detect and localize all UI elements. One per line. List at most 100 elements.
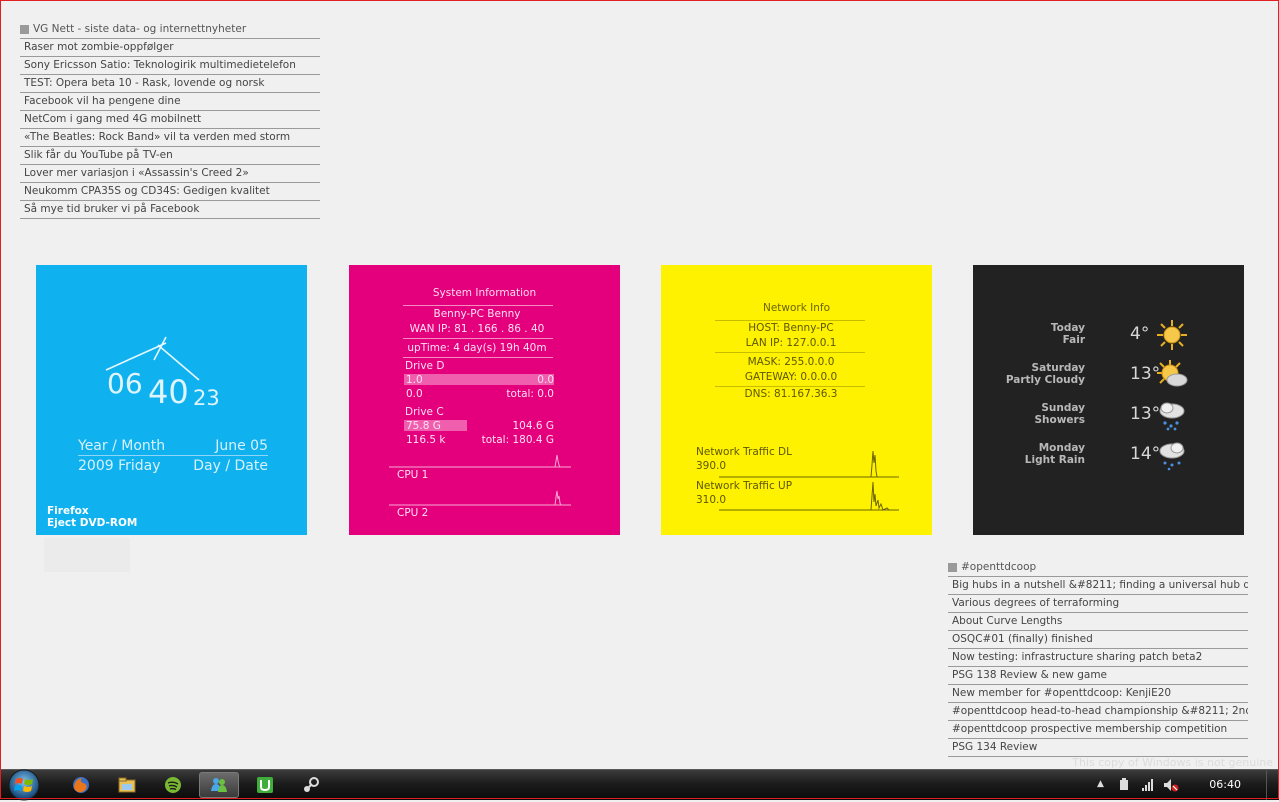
clock-reflection	[44, 538, 130, 572]
vg-feed-item[interactable]: «The Beatles: Rock Band» vil ta verden m…	[20, 129, 320, 147]
taskbar-steam-button[interactable]	[291, 772, 331, 798]
netinfo-lan-ip: LAN IP: 127.0.0.1	[745, 337, 837, 349]
ottd-feed-item[interactable]: OSQC#01 (finally) finished	[948, 631, 1248, 649]
feed-square-icon	[20, 24, 29, 34]
drive-d-total: total: 0.0	[506, 388, 554, 400]
year-month-label: Year / Month	[78, 438, 166, 454]
year-day-value: 2009 Friday	[78, 458, 161, 474]
upload-graph	[719, 481, 899, 511]
taskbar: This copy of Windows is not genuine ▲ 06…	[0, 756, 1279, 802]
messenger-icon	[211, 778, 227, 792]
vg-feed-item[interactable]: Slik får du YouTube på TV-en	[20, 147, 320, 165]
ottd-feed-item[interactable]: #openttdcoop head-to-head championship &…	[948, 703, 1248, 721]
ottd-feed-item[interactable]: New member for #openttdcoop: KenjiE20	[948, 685, 1248, 703]
day-date-label: Day / Date	[193, 458, 268, 474]
volume-muted-icon[interactable]	[1163, 778, 1179, 792]
weather-condition: Showers	[1034, 414, 1085, 426]
sysinfo-wan-ip: WAN IP: 81 . 166 . 86 . 40	[409, 323, 545, 335]
divider	[403, 357, 553, 358]
drive-c-used: 75.8 G	[406, 420, 441, 432]
ottd-feed-item[interactable]: About Curve Lengths	[948, 613, 1248, 631]
cpu2-label: CPU 2	[397, 507, 429, 519]
drive-c-used2: 116.5 k	[406, 434, 446, 446]
ottd-feed-item[interactable]: #openttdcoop prospective membership comp…	[948, 721, 1248, 739]
steam-icon	[304, 777, 319, 792]
show-desktop-button[interactable]	[1266, 770, 1279, 800]
vg-feed-item[interactable]: Facebook vil ha pengene dine	[20, 93, 320, 111]
ottd-feed-item[interactable]: PSG 134 Review	[948, 739, 1248, 757]
date-row-top: Year / Month June 05	[78, 438, 268, 454]
ottd-feed-item[interactable]: Various degrees of terraforming	[948, 595, 1248, 613]
drive-d-label: Drive D	[405, 360, 445, 372]
weather-gadget: Today Fair 4° Saturday Partly Cloudy 13° S…	[973, 265, 1244, 535]
taskbar-firefox-button[interactable]	[61, 772, 101, 798]
weather-row-sunday: Sunday Showers 13°	[1023, 398, 1193, 434]
sun-icon	[1157, 320, 1187, 350]
divider	[715, 352, 865, 353]
vg-feed-item[interactable]: NetCom i gang med 4G mobilnett	[20, 111, 320, 129]
netinfo-gateway: GATEWAY: 0.0.0.0	[744, 371, 838, 383]
divider	[403, 338, 553, 339]
weather-day: Sunday Showers	[1034, 402, 1085, 426]
system-tray: ▲ 06:40	[1089, 770, 1279, 800]
ottd-feed-item[interactable]: Now testing: infrastructure sharing patc…	[948, 649, 1248, 667]
weather-temp: 4°	[1130, 324, 1150, 344]
weather-day: Saturday Partly Cloudy	[1006, 362, 1085, 386]
ottd-feed-item[interactable]: Big hubs in a nutshell &#8211; finding a…	[948, 577, 1248, 595]
vg-feed-item[interactable]: Neukomm CPA35S og CD34S: Gedigen kvalite…	[20, 183, 320, 201]
weather-row-monday: Monday Light Rain 14°	[1023, 438, 1193, 474]
weather-day: Today Fair	[1051, 322, 1085, 346]
system-info-gadget: System Information Benny-PC Benny WAN IP…	[349, 265, 620, 535]
clock-gadget: 06 40 23 Year / Month June 05 2009 Frida…	[36, 265, 307, 535]
vg-feed-item[interactable]: Sony Ericsson Satio: Teknologirik multim…	[20, 57, 320, 75]
vg-feed-title: VG Nett - siste data- og internettnyhete…	[33, 23, 247, 35]
device-icon[interactable]	[1117, 778, 1131, 792]
vg-feed-item[interactable]: Raser mot zombie-oppfølger	[20, 39, 320, 57]
netinfo-dns: DNS: 81.167.36.3	[744, 388, 838, 400]
launch-firefox-link[interactable]: Firefox	[47, 505, 89, 517]
drive-c-free: 104.6 G	[512, 420, 554, 432]
weather-day-name: Sunday	[1041, 402, 1085, 414]
genuine-watermark: This copy of Windows is not genuine	[1072, 756, 1273, 769]
show-hidden-icons-icon[interactable]: ▲	[1097, 779, 1104, 789]
sysinfo-host: Benny-PC Benny	[433, 308, 521, 320]
drive-d-bar	[404, 374, 554, 385]
vg-rss-gadget: VG Nett - siste data- og internettnyhete…	[20, 20, 320, 219]
taskbar-explorer-button[interactable]	[107, 772, 147, 798]
clock-hour: 06	[107, 367, 143, 400]
taskbar-utorrent-button[interactable]	[245, 772, 285, 798]
month-value: June 05	[215, 438, 268, 454]
divider	[715, 386, 865, 387]
drive-c-total: total: 180.4 G	[481, 434, 554, 446]
vg-feed-item[interactable]: Lover mer variasjon i «Assassin's Creed …	[20, 165, 320, 183]
tray-clock[interactable]: 06:40	[1209, 778, 1241, 791]
vg-feed-item[interactable]: Så mye tid bruker vi på Facebook	[20, 201, 320, 219]
vg-feed-item[interactable]: TEST: Opera beta 10 - Rask, lovende og n…	[20, 75, 320, 93]
feed-square-icon	[948, 562, 957, 572]
ottd-feed-item[interactable]: PSG 138 Review & new game	[948, 667, 1248, 685]
sysinfo-uptime: upTime: 4 day(s) 19h 40m	[407, 342, 547, 354]
weather-day-name: Saturday	[1031, 362, 1085, 374]
divider	[715, 320, 865, 321]
utorrent-icon	[257, 777, 273, 793]
start-button[interactable]	[4, 768, 44, 802]
clock-second: 23	[193, 386, 220, 410]
netinfo-host: HOST: Benny-PC	[748, 322, 834, 334]
taskbar-messenger-button[interactable]	[199, 772, 239, 798]
weather-day-name: Today	[1050, 322, 1085, 334]
sysinfo-title: System Information	[432, 287, 537, 299]
weather-condition: Partly Cloudy	[1005, 374, 1085, 386]
ottd-feed-list: Big hubs in a nutshell &#8211; finding a…	[948, 576, 1248, 757]
date-divider	[78, 455, 268, 456]
network-signal-icon[interactable]	[1141, 778, 1155, 792]
ottd-feed-title: #openttdcoop	[961, 561, 1037, 573]
eject-dvd-link[interactable]: Eject DVD-ROM	[47, 517, 137, 529]
drive-d-free: 0.0	[537, 374, 554, 386]
clock-minute: 40	[148, 373, 189, 411]
weather-day: Monday Light Rain	[1025, 442, 1085, 466]
weather-day-name: Monday	[1038, 442, 1085, 454]
taskbar-spotify-button[interactable]	[153, 772, 193, 798]
drive-c-label: Drive C	[405, 406, 444, 418]
light-rain-icon	[1159, 442, 1185, 471]
divider	[403, 305, 553, 306]
